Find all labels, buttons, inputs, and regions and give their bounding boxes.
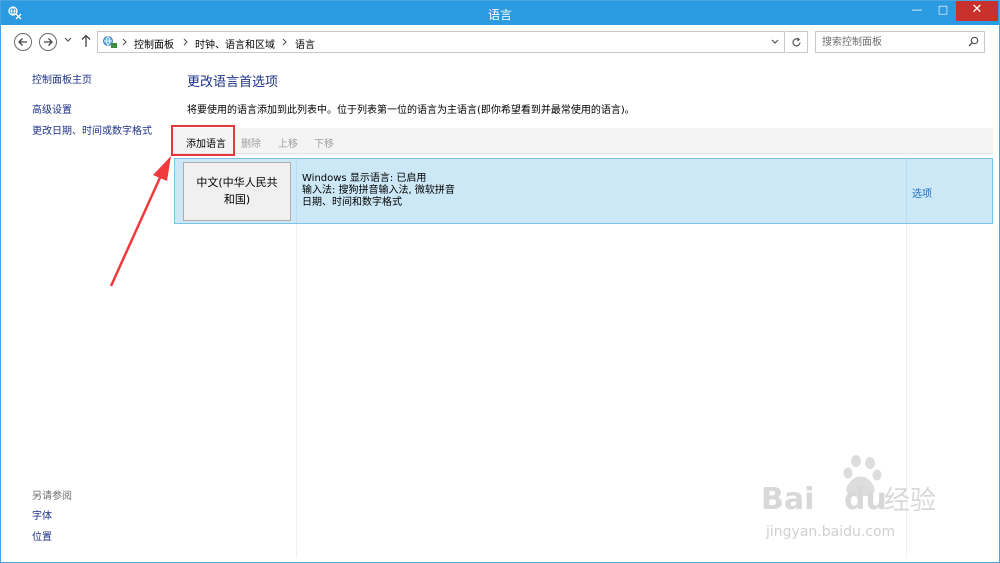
language-name-button[interactable]: 中文(中华人民共 和国) [183,162,291,221]
date-time-format: 日期、时间和数字格式 [302,197,402,208]
breadcrumb-separator-icon [282,38,287,46]
row-divider [906,159,907,223]
svg-text:du: du [844,482,887,517]
recent-locations-chevron-icon[interactable] [64,37,72,43]
arrow-right-icon [44,38,53,46]
address-dropdown-chevron-icon[interactable] [771,39,779,45]
search-icon[interactable] [968,36,979,47]
column-divider [296,224,297,558]
language-list-item[interactable]: 中文(中华人民共 和国) Windows 显示语言: 已启用 输入法: 搜狗拼音… [174,158,993,224]
language-window: 语言 — □ ✕ 控制面板 时钟、语言和区域 语言 搜索控制面板 控制面板主页 … [0,0,1000,563]
sidebar-link-fonts[interactable]: 字体 [32,507,52,522]
language-name-line: 中文(中华人民共 [196,176,278,189]
up-arrow-icon[interactable] [81,34,91,48]
page-description: 将要使用的语言添加到此列表中。位于列表第一位的语言为主语言(即你希望看到并最常使… [187,105,635,116]
input-methods: 输入法: 搜狗拼音输入法, 微软拼音 [302,185,455,196]
breadcrumb-language[interactable]: 语言 [295,36,315,51]
breadcrumb-clock-language-region[interactable]: 时钟、语言和区域 [195,36,275,51]
minimize-button[interactable]: — [904,1,930,21]
navigation-bar: 控制面板 时钟、语言和区域 语言 [1,25,999,59]
page-title: 更改语言首选项 [187,75,279,90]
breadcrumb-control-panel[interactable]: 控制面板 [134,36,174,51]
sidebar-link-advanced-settings[interactable]: 高级设置 [32,101,72,116]
language-options-link[interactable]: 选项 [912,185,932,200]
address-bar[interactable]: 控制面板 时钟、语言和区域 语言 [97,31,785,53]
svg-text:jingyan.baidu.com: jingyan.baidu.com [765,524,895,540]
search-input[interactable] [822,35,962,49]
forward-button[interactable] [39,33,57,51]
row-divider [296,159,297,223]
language-info: Windows 显示语言: 已启用 输入法: 搜狗拼音输入法, 微软拼音 日期、… [302,173,455,209]
baidu-watermark-icon: Bai du 经验 jingyan.baidu.com [761,455,936,540]
remove-language-button[interactable]: 删除 [241,135,261,150]
display-language-status: Windows 显示语言: 已启用 [302,173,427,184]
close-button[interactable]: ✕ [956,1,998,21]
control-panel-icon [103,36,117,48]
sidebar-link-location[interactable]: 位置 [32,528,52,543]
move-down-button[interactable]: 下移 [314,135,334,150]
move-up-button[interactable]: 上移 [278,135,298,150]
back-button[interactable] [14,33,32,51]
language-toolbar: 添加语言 删除 上移 下移 [173,128,993,154]
svg-text:Bai: Bai [761,482,814,517]
window-title: 语言 [487,8,512,22]
annotation-arrow-icon [109,156,171,287]
refresh-button[interactable] [786,31,808,53]
svg-text:经验: 经验 [884,486,936,516]
see-also-heading: 另请参阅 [32,491,72,502]
breadcrumb-separator-icon [122,38,127,46]
language-name-line: 和国) [223,193,251,206]
search-box[interactable] [815,31,985,53]
arrow-left-icon [18,38,27,46]
maximize-button[interactable]: □ [930,1,956,21]
title-bar: 语言 — □ ✕ [1,1,999,25]
sidebar-link-control-panel-home[interactable]: 控制面板主页 [32,71,92,86]
sidebar-link-change-date-time-format[interactable]: 更改日期、时间或数字格式 [32,122,152,137]
breadcrumb-separator-icon [183,38,188,46]
refresh-icon [792,37,801,47]
